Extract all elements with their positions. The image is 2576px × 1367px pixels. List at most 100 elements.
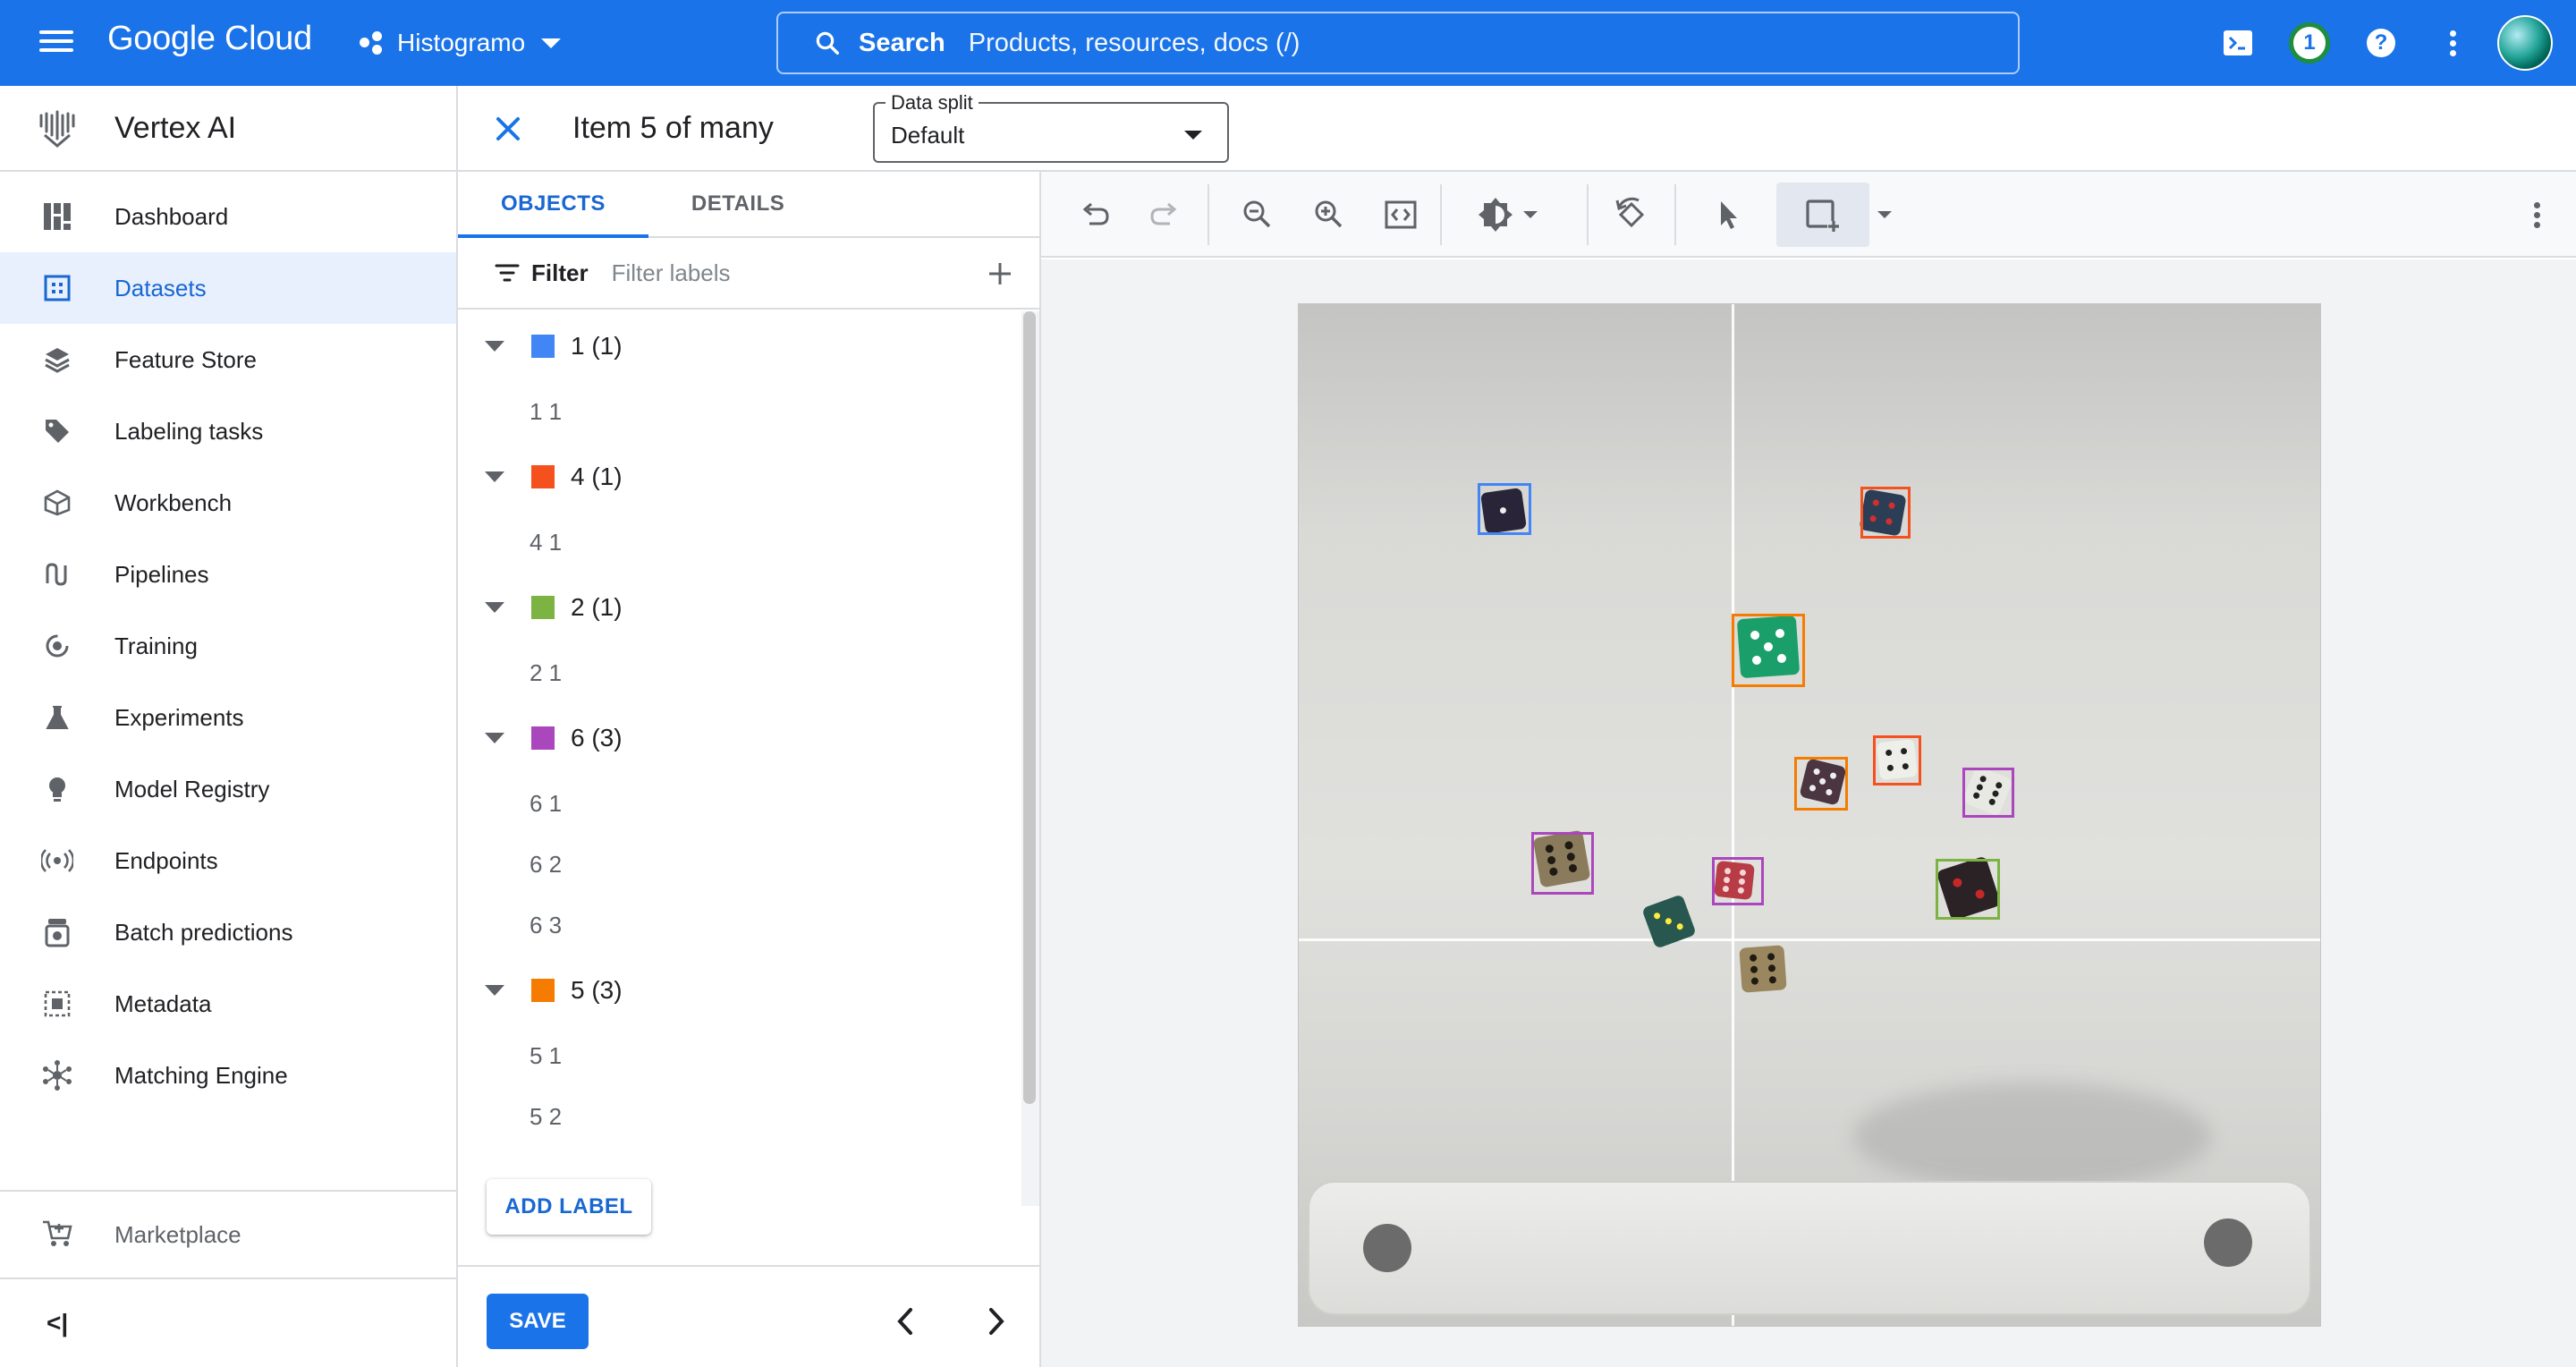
- label-group-1[interactable]: 1 (1): [458, 311, 1039, 381]
- google-cloud-logo[interactable]: Google Cloud: [107, 20, 312, 58]
- expand-triangle-icon[interactable]: [485, 341, 504, 352]
- close-icon[interactable]: [490, 111, 526, 147]
- cloud-shell-icon[interactable]: [2202, 0, 2274, 86]
- redo-icon[interactable]: [1140, 191, 1190, 238]
- avatar[interactable]: [2497, 15, 2553, 71]
- project-icon: [358, 30, 385, 56]
- tag-icon: [41, 415, 73, 447]
- tab-details[interactable]: DETAILS: [648, 172, 827, 236]
- label-instance[interactable]: 5 2: [458, 1086, 1039, 1147]
- sidebar-item-feature-store[interactable]: Feature Store: [0, 324, 456, 395]
- data-split-select[interactable]: Data split Default: [873, 91, 1229, 163]
- zoom-in-icon[interactable]: [1304, 191, 1354, 238]
- fit-to-screen-icon[interactable]: [1376, 191, 1426, 238]
- sidebar-item-matching-engine[interactable]: Matching Engine: [0, 1040, 456, 1111]
- sidebar-item-pipelines[interactable]: Pipelines: [0, 539, 456, 610]
- sidebar-item-datasets[interactable]: Datasets: [0, 252, 456, 324]
- label-instance[interactable]: 6 3: [458, 895, 1039, 955]
- help-icon[interactable]: ?: [2345, 0, 2417, 86]
- dice-holder: [1308, 1181, 2311, 1315]
- bounding-box-label-5[interactable]: [1873, 735, 1921, 785]
- bounding-box-label-6[interactable]: [1962, 768, 2014, 818]
- holder-hole: [2204, 1218, 2252, 1267]
- label-group-6[interactable]: 6 (3): [458, 703, 1039, 773]
- filter-icon[interactable]: [494, 262, 521, 284]
- sidebar-item-dashboard[interactable]: Dashboard: [0, 181, 456, 252]
- brightness-dropdown-icon[interactable]: [1517, 191, 1544, 238]
- bounding-box-dropdown-icon[interactable]: [1871, 191, 1898, 238]
- add-label-button[interactable]: ADD LABEL: [487, 1179, 651, 1235]
- label-instance[interactable]: 5 1: [458, 1025, 1039, 1086]
- sidebar-item-metadata[interactable]: Metadata: [0, 968, 456, 1040]
- label-instance[interactable]: 6 2: [458, 834, 1039, 895]
- batch-icon: [41, 916, 73, 948]
- bounding-box-label-5[interactable]: [1732, 614, 1805, 687]
- flask-icon: [41, 701, 73, 734]
- matching-engine-icon: [41, 1059, 73, 1091]
- annotation-panel: OBJECTS DETAILS Filter 1 (1) 1 1 4 (1) 4…: [458, 172, 1041, 1367]
- training-icon: [41, 630, 73, 662]
- sidebar-item-marketplace[interactable]: Marketplace: [0, 1192, 456, 1278]
- bounding-box-label-2[interactable]: [1936, 859, 2000, 920]
- nav-bottom-section: Marketplace <|: [0, 1190, 456, 1367]
- previous-item-icon[interactable]: [886, 1301, 927, 1342]
- datasets-icon: [41, 272, 73, 304]
- filter-input[interactable]: [611, 259, 952, 287]
- data-split-legend: Data split: [886, 91, 979, 115]
- bounding-box-label-4[interactable]: [1860, 487, 1911, 539]
- toolbar-divider: [1440, 184, 1442, 245]
- bounding-box-label-1[interactable]: [1478, 483, 1531, 535]
- dashboard-icon: [41, 200, 73, 233]
- workbench-icon: [41, 487, 73, 519]
- reset-rotation-icon[interactable]: [1606, 191, 1657, 238]
- bounding-box-label-5[interactable]: [1794, 757, 1848, 811]
- scrollbar-thumb[interactable]: [1023, 311, 1036, 1104]
- label-color-swatch: [531, 465, 555, 488]
- more-options-icon[interactable]: [2417, 0, 2488, 86]
- lightbulb-icon: [41, 773, 73, 805]
- bounding-box-label-6[interactable]: [1712, 857, 1764, 905]
- pipelines-icon: [41, 558, 73, 590]
- label-group-2[interactable]: 2 (1): [458, 573, 1039, 642]
- label-color-swatch: [531, 335, 555, 358]
- sidebar-item-experiments[interactable]: Experiments: [0, 682, 456, 753]
- save-button[interactable]: SAVE: [487, 1294, 589, 1349]
- sidebar-item-endpoints[interactable]: Endpoints: [0, 825, 456, 896]
- collapse-nav-button[interactable]: <|: [0, 1278, 456, 1367]
- label-group-5[interactable]: 5 (3): [458, 955, 1039, 1025]
- sidebar-item-model-registry[interactable]: Model Registry: [0, 753, 456, 825]
- feature-store-icon: [41, 344, 73, 376]
- brightness-icon[interactable]: [1470, 191, 1521, 238]
- undo-icon[interactable]: [1070, 191, 1120, 238]
- next-item-icon[interactable]: [975, 1301, 1016, 1342]
- zoom-out-icon[interactable]: [1233, 191, 1283, 238]
- select-pointer-icon[interactable]: [1703, 191, 1753, 238]
- label-instance[interactable]: 1 1: [458, 381, 1039, 442]
- sidebar-item-workbench[interactable]: Workbench: [0, 467, 456, 539]
- top-app-bar: Google Cloud Histogramo Search Products,…: [0, 0, 2576, 86]
- expand-triangle-icon[interactable]: [485, 602, 504, 613]
- label-group-4[interactable]: 4 (1): [458, 442, 1039, 512]
- expand-triangle-icon[interactable]: [485, 471, 504, 482]
- search-bar[interactable]: Search Products, resources, docs (/): [776, 12, 2020, 74]
- sidebar-item-labeling-tasks[interactable]: Labeling tasks: [0, 395, 456, 467]
- sidebar-item-training[interactable]: Training: [0, 610, 456, 682]
- label-instance[interactable]: 2 1: [458, 642, 1039, 703]
- sidebar-item-batch-predictions[interactable]: Batch predictions: [0, 896, 456, 968]
- add-icon[interactable]: [982, 256, 1018, 292]
- chevron-down-icon: [541, 38, 562, 48]
- expand-triangle-icon[interactable]: [485, 733, 504, 743]
- label-color-swatch: [531, 979, 555, 1002]
- item-header: Item 5 of many Data split Default: [458, 86, 2576, 172]
- label-instance[interactable]: 6 1: [458, 773, 1039, 834]
- bounding-box-label-6[interactable]: [1531, 832, 1594, 895]
- more-options-icon[interactable]: [2519, 191, 2555, 238]
- expand-triangle-icon[interactable]: [485, 985, 504, 996]
- project-picker[interactable]: Histogramo: [358, 21, 562, 64]
- notifications-button[interactable]: 1: [2274, 0, 2345, 86]
- annotated-image[interactable]: [1299, 304, 2320, 1326]
- tab-objects[interactable]: OBJECTS: [458, 172, 648, 238]
- main-menu-icon[interactable]: [36, 25, 77, 61]
- label-instance[interactable]: 4 1: [458, 512, 1039, 573]
- bounding-box-tool-icon[interactable]: [1776, 183, 1869, 247]
